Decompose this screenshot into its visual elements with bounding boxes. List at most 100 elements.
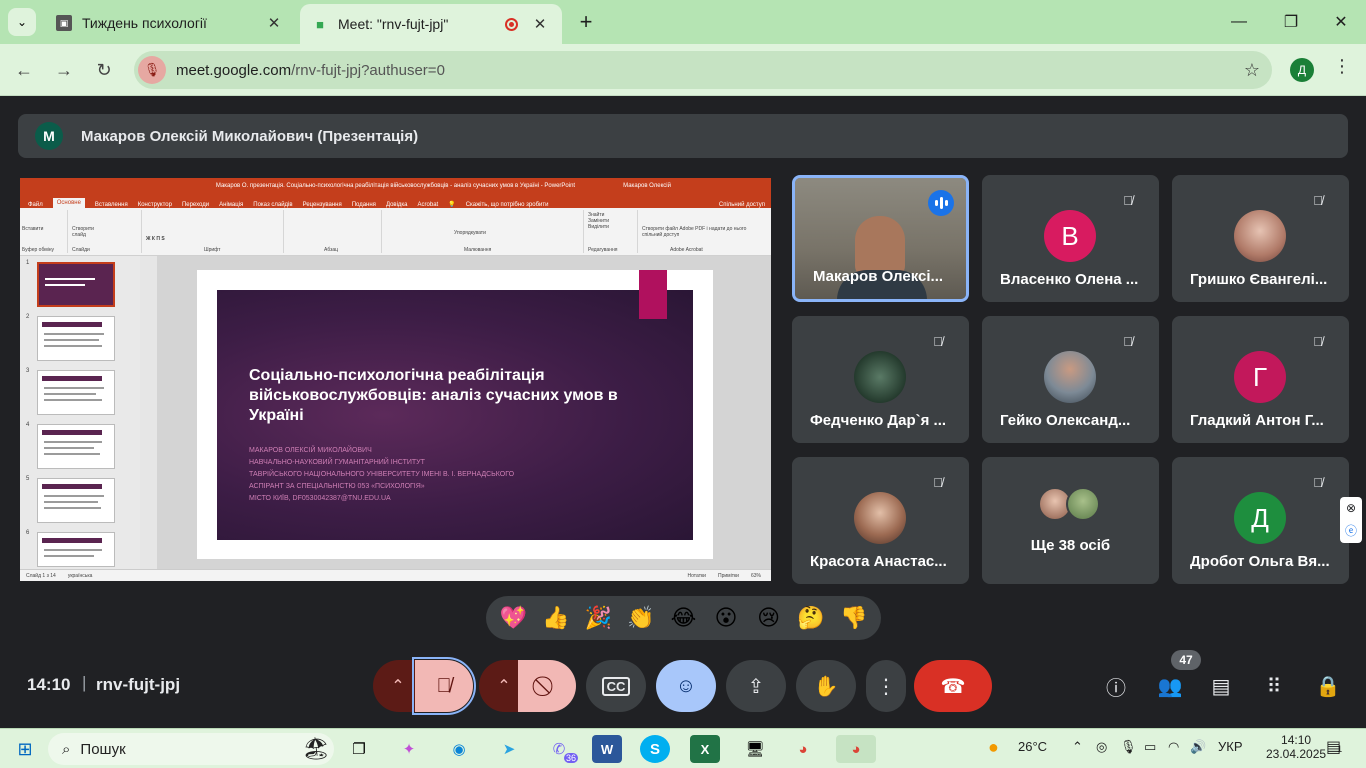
skype-icon[interactable]: S: [640, 735, 670, 763]
windows-start-icon[interactable]: ⊞: [10, 735, 40, 763]
raise-hand-button[interactable]: ✋: [796, 660, 856, 712]
participant-tile[interactable]: 🎙̸ Гришко Євангелі...: [1172, 175, 1349, 302]
participant-avatar: В: [1044, 210, 1096, 262]
status-slide-count: Слайд 1 з 14: [26, 572, 56, 579]
participant-tile[interactable]: 🎙̸ Федченко Дар`я ...: [792, 316, 969, 443]
volume-icon[interactable]: 🔊: [1190, 739, 1206, 755]
search-icon: ⌕: [62, 740, 71, 758]
participant-tile[interactable]: 🎙̸ Красота Анастас...: [792, 457, 969, 584]
excel-icon[interactable]: X: [690, 735, 720, 763]
participant-tile[interactable]: 🎙̸ В Власенко Олена ...: [982, 175, 1159, 302]
viber-icon[interactable]: ✆ 36: [544, 735, 578, 763]
url-text[interactable]: meet.google.com/rnv-fujt-jpj?authuser=0: [176, 62, 1232, 79]
new-tab-button[interactable]: +: [572, 8, 600, 36]
edge-icon[interactable]: ◉: [444, 735, 474, 763]
minimize-button[interactable]: —: [1216, 8, 1262, 36]
bookmark-star-icon[interactable]: ☆: [1232, 60, 1272, 81]
chat-button[interactable]: ▤: [1207, 672, 1235, 700]
leave-call-button[interactable]: ☎: [914, 660, 992, 712]
reload-icon[interactable]: ↻: [90, 56, 118, 84]
participant-count-badge: 47: [1171, 650, 1201, 670]
tab-search-button[interactable]: ⌄: [8, 8, 36, 36]
tab-title: Тиждень психології: [82, 15, 207, 31]
thumb-number: 3: [26, 368, 30, 374]
battery-icon[interactable]: ▭: [1144, 739, 1156, 755]
reactions-button[interactable]: ☺: [656, 660, 716, 712]
participant-tile[interactable]: 🎙̸ Д Дробот Ольга Вя...: [1172, 457, 1349, 584]
host-controls-button[interactable]: 🔒: [1314, 672, 1342, 700]
task-view-icon[interactable]: ❐: [344, 735, 374, 763]
reaction-sad[interactable]: 😢: [749, 605, 789, 631]
more-avatars: [1038, 487, 1100, 521]
meeting-code[interactable]: rnv-fujt-jpj: [96, 675, 180, 695]
more-participants-tile[interactable]: Ще 38 осіб: [982, 457, 1159, 584]
ribbon-new-slide: Створити слайд: [72, 226, 94, 238]
slide-thumbnail: [37, 316, 115, 361]
ppt-ribbon: Вставити Буфер обміну Створити слайд Сла…: [20, 208, 771, 256]
back-arrow-icon[interactable]: ←: [10, 56, 38, 84]
wifi-icon[interactable]: ◠: [1168, 739, 1179, 755]
participant-name: Гришко Євангелі...: [1190, 271, 1328, 288]
classroom-favicon-icon: ▣: [56, 15, 72, 31]
status-language: українська: [67, 572, 93, 579]
people-button[interactable]: 👥: [1156, 672, 1184, 700]
site-mic-in-use-icon[interactable]: 🎙: [138, 56, 166, 84]
mic-toggle-button[interactable]: 🎙̸: [412, 657, 476, 715]
close-window-button[interactable]: ✕: [1318, 8, 1364, 36]
weather-temp[interactable]: 26°C: [1018, 739, 1047, 754]
slide-thumbnail: [37, 262, 115, 307]
chrome-profile-icon[interactable]: ◕: [836, 735, 876, 763]
reaction-party[interactable]: 🎉: [578, 605, 618, 631]
present-screen-button[interactable]: ⇪: [726, 660, 786, 712]
ribbon-group-label: Буфер обміну: [22, 247, 55, 253]
taskbar-search[interactable]: ⌕ Пошук 🏖: [48, 733, 334, 765]
participant-tile[interactable]: 🎙̸ Гейко Олександ...: [982, 316, 1159, 443]
more-options-button[interactable]: ⋮: [866, 660, 906, 712]
remote-desktop-icon[interactable]: 🖥: [740, 735, 770, 763]
close-tab-icon[interactable]: ✕: [530, 15, 550, 33]
reaction-surprised[interactable]: 😮: [706, 605, 746, 631]
reaction-laugh[interactable]: 😂: [663, 605, 703, 631]
reaction-heart[interactable]: 💖: [493, 605, 533, 631]
camera-toggle-button[interactable]: ⃠: [518, 660, 576, 712]
tab-psychology-week[interactable]: ▣ Тиждень психології ✕: [44, 6, 296, 40]
extension-e-icon[interactable]: ⓔ: [1345, 522, 1357, 539]
tray-mic-icon[interactable]: 🎙: [1120, 739, 1137, 755]
slide-thumbnail: [37, 424, 115, 469]
activities-button[interactable]: ⠿: [1260, 672, 1288, 700]
forward-arrow-icon[interactable]: →: [50, 56, 78, 84]
reaction-thumbs-up[interactable]: 👍: [536, 605, 576, 631]
close-tab-icon[interactable]: ✕: [264, 14, 284, 32]
slide-thumbnails: 1 2 3 4 5 6: [20, 256, 140, 569]
tray-camera-icon[interactable]: ◎: [1096, 739, 1107, 755]
ribbon-select: Виділити: [588, 224, 609, 230]
reaction-clap[interactable]: 👏: [621, 605, 661, 631]
notifications-icon[interactable]: ▤1: [1326, 737, 1342, 757]
status-comments: Примітки: [717, 572, 739, 579]
input-language[interactable]: УКР: [1218, 739, 1243, 754]
ribbon-group-drawing: Упорядкувати Малювання: [384, 210, 584, 253]
side-extension-buttons: ⊗ ⓔ: [1340, 497, 1362, 543]
browser-menu-icon[interactable]: ⋮: [1332, 56, 1352, 77]
address-bar[interactable]: 🎙 meet.google.com/rnv-fujt-jpj?authuser=…: [134, 51, 1272, 89]
participant-tile[interactable]: Макаров Олексі...: [792, 175, 969, 302]
chrome-icon[interactable]: ◕: [788, 735, 818, 763]
tab-meet[interactable]: ■ Meet: "rnv-fujt-jpj" ✕: [300, 4, 562, 44]
close-circle-icon[interactable]: ⊗: [1346, 501, 1356, 515]
chat-icon: ▤: [1211, 675, 1231, 698]
copilot-icon[interactable]: ✦: [394, 735, 424, 763]
reaction-thumbs-down[interactable]: 👎: [834, 605, 874, 631]
meeting-details-button[interactable]: ⓘ: [1102, 672, 1130, 700]
reaction-thinking[interactable]: 🤔: [791, 605, 831, 631]
ribbon-arrange: Упорядкувати: [454, 230, 486, 236]
word-icon[interactable]: W: [592, 735, 622, 763]
participant-tile[interactable]: 🎙̸ Г Гладкий Антон Г...: [1172, 316, 1349, 443]
search-highlight-icon: 🏖: [302, 736, 330, 761]
tray-clock[interactable]: 14:10 23.04.2025: [1266, 733, 1326, 761]
telegram-icon[interactable]: ➤: [494, 735, 524, 763]
maximize-button[interactable]: ❐: [1268, 8, 1314, 36]
tray-chevron-up-icon[interactable]: ⌃: [1072, 739, 1083, 755]
profile-avatar[interactable]: Д: [1290, 58, 1314, 82]
captions-button[interactable]: CC: [586, 660, 646, 712]
participant-avatar: Д: [1234, 492, 1286, 544]
